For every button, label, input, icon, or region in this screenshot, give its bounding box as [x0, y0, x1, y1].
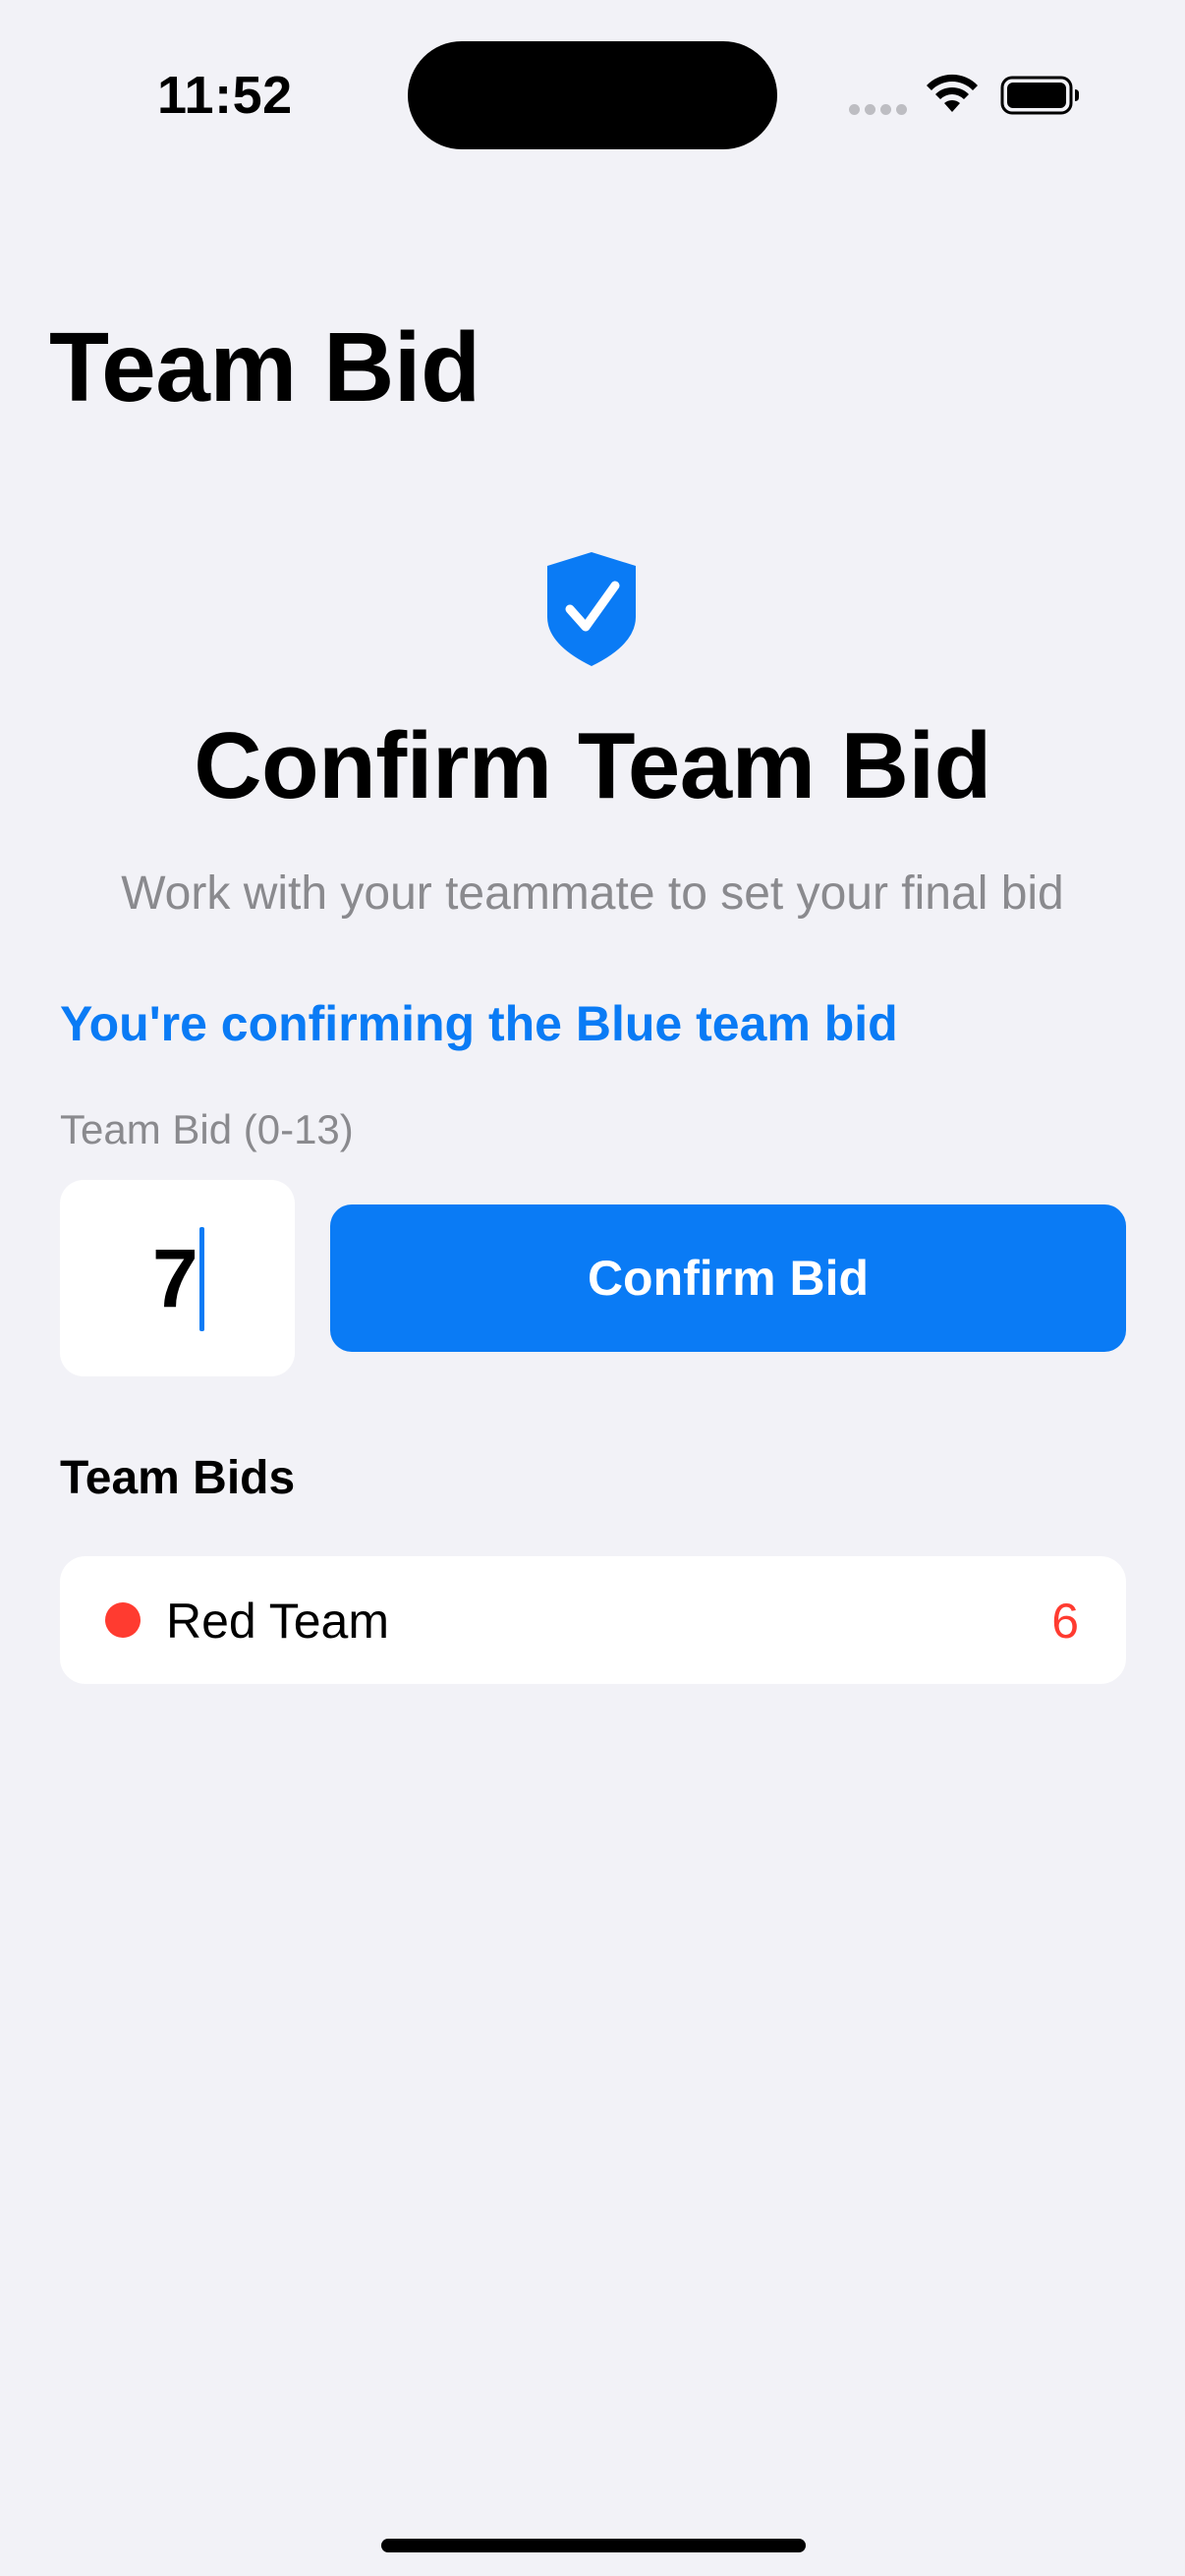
- team-color-dot: [105, 1602, 141, 1638]
- dynamic-island: [408, 41, 777, 149]
- status-time: 11:52: [157, 66, 293, 125]
- confirm-bid-button[interactable]: Confirm Bid: [330, 1204, 1126, 1352]
- team-bid-input-value: 7: [152, 1232, 198, 1324]
- team-bid-row: Red Team 6: [60, 1556, 1126, 1684]
- status-bar: 11:52: [0, 0, 1185, 187]
- text-cursor: [199, 1227, 204, 1331]
- team-bid-input[interactable]: 7: [60, 1180, 295, 1376]
- wifi-icon: [927, 74, 978, 112]
- team-bid-value: 6: [1051, 1594, 1079, 1649]
- confirm-heading: Confirm Team Bid: [194, 713, 991, 818]
- home-indicator[interactable]: [381, 2539, 806, 2552]
- subheading: Work with your teammate to set your fina…: [121, 868, 1064, 920]
- page-title: Team Bid: [49, 312, 480, 422]
- team-bid-label: Team Bid (0-13): [60, 1106, 354, 1152]
- team-bids-title: Team Bids: [60, 1452, 296, 1504]
- cellular-signal-icon: [849, 104, 908, 115]
- battery-icon: [1000, 76, 1079, 115]
- checkmark-shield-icon: [547, 552, 636, 666]
- confirming-team-note: You're confirming the Blue team bid: [60, 996, 898, 1051]
- team-name: Red Team: [166, 1594, 389, 1649]
